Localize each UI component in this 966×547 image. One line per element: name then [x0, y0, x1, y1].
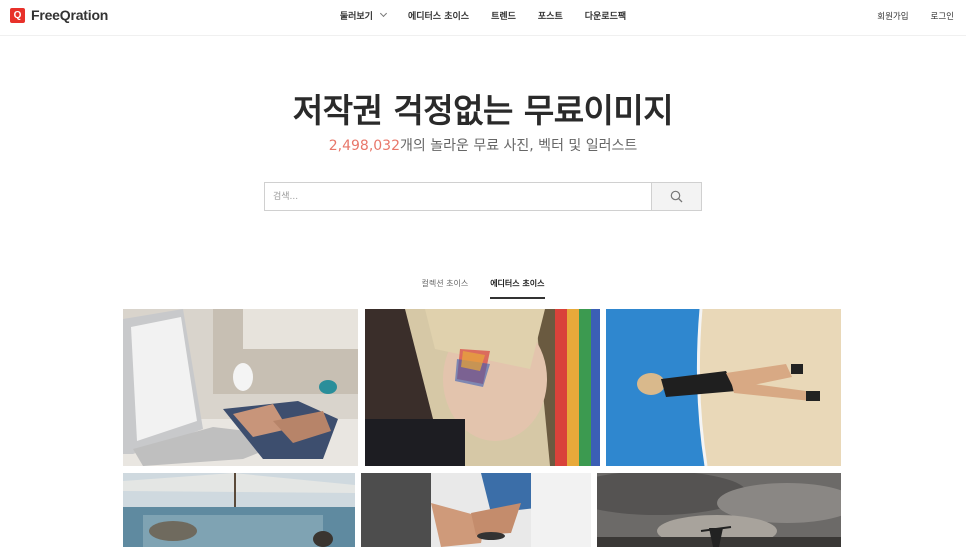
rainbow-face-photo — [365, 309, 600, 466]
nav-browse-label: 둘러보기 — [339, 11, 373, 22]
hero-title: 저작권 걱정없는 무료이미지 — [292, 91, 674, 130]
gallery-image[interactable] — [365, 309, 600, 466]
nav-post[interactable]: 포스트 — [538, 9, 563, 22]
choice-tabs: 컬렉션 초이스 에디터스 초이스 — [0, 278, 966, 299]
logo-icon: Q — [10, 7, 25, 23]
tab-collection-choice[interactable]: 컬렉션 초이스 — [421, 278, 468, 299]
gallery-image[interactable] — [597, 473, 841, 547]
signup-link[interactable]: 회원가입 — [877, 10, 908, 22]
nav-trend-label: 트렌드 — [491, 11, 516, 22]
gallery-image[interactable] — [123, 309, 358, 466]
nav-download-pack[interactable]: 다운로드팩 — [585, 9, 626, 22]
nav-browse[interactable]: 둘러보기 — [339, 9, 388, 22]
search-button[interactable] — [651, 183, 701, 210]
logo-text: FreeQration — [31, 7, 109, 23]
search-icon — [670, 190, 683, 203]
chevron-down-icon — [379, 9, 388, 18]
nav-download-pack-label: 다운로드팩 — [584, 11, 627, 22]
tab-editors-choice[interactable]: 에디터스 초이스 — [490, 278, 545, 299]
hero-subtitle: 2,498,032개의 놀라운 무료 사진, 벡터 및 일러스트 — [0, 135, 966, 155]
nav-trend[interactable]: 트렌드 — [491, 9, 516, 22]
nav-post-label: 포스트 — [537, 11, 563, 22]
search-bar — [264, 182, 702, 211]
umbrella-city-photo — [123, 473, 355, 547]
nav-editors-choice-label: 에디터스 초이스 — [407, 11, 470, 22]
image-count: 2,498,032 — [328, 138, 401, 154]
auth-links: 회원가입 로그인 — [877, 10, 954, 22]
hero-subtitle-text: 개의 놀라운 무료 사진, 벡터 및 일러스트 — [400, 138, 638, 154]
stormy-sky-photo — [597, 473, 841, 547]
search-input[interactable] — [265, 183, 651, 210]
lying-woman-photo — [606, 309, 841, 466]
logo[interactable]: Q FreeQration — [10, 7, 108, 23]
login-link[interactable]: 로그인 — [931, 10, 954, 22]
holding-hands-photo — [361, 473, 591, 547]
laptop-photo — [123, 309, 358, 466]
gallery-image[interactable] — [123, 473, 355, 547]
gallery-image[interactable] — [606, 309, 841, 466]
gallery-image[interactable] — [361, 473, 591, 547]
nav-editors-choice[interactable]: 에디터스 초이스 — [408, 9, 469, 22]
